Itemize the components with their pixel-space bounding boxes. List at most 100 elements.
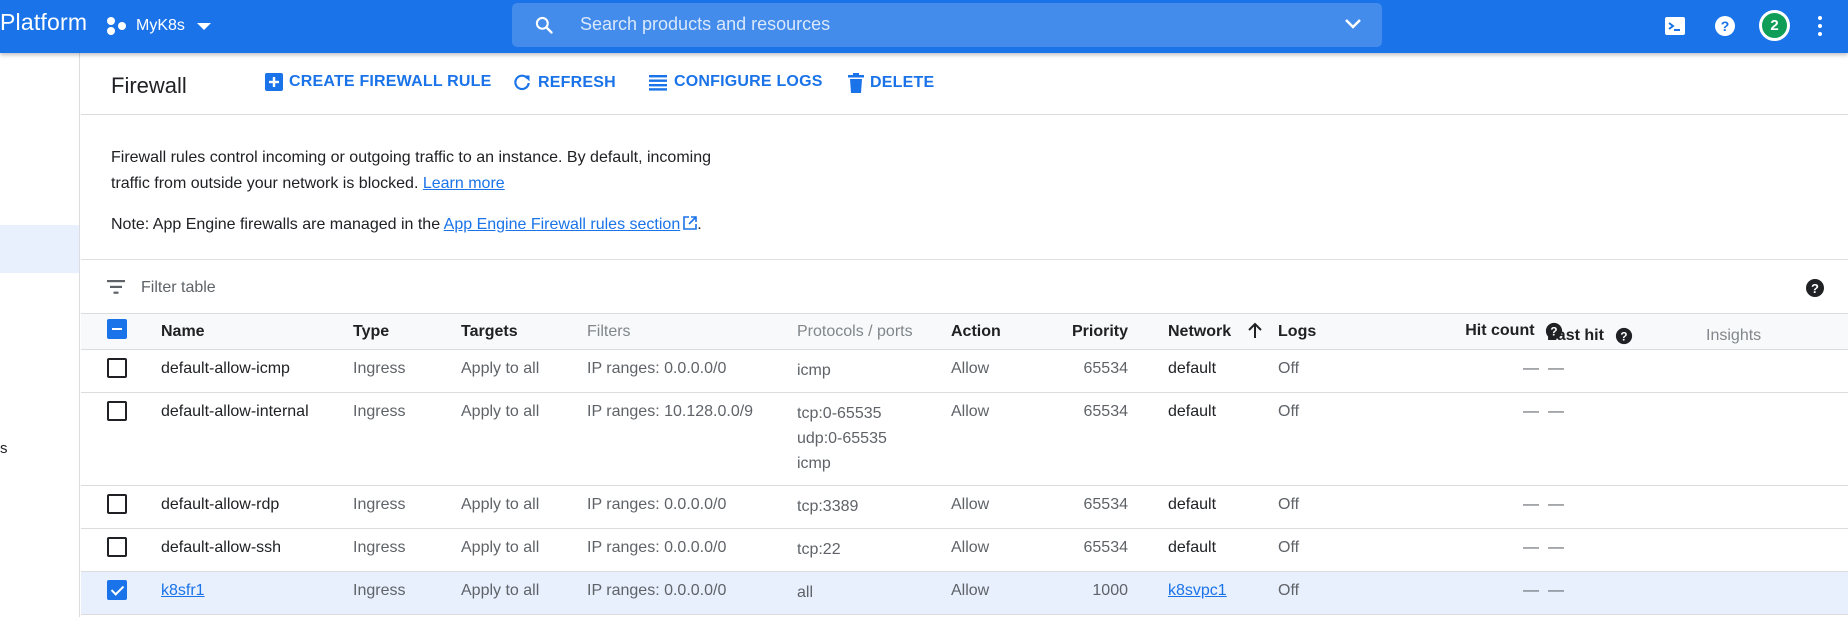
protocol-entry: tcp:22 — [797, 541, 841, 558]
rule-logs: Off — [1278, 528, 1429, 572]
left-nav: s — [0, 53, 80, 617]
protocol-entry: all — [797, 584, 814, 601]
project-icon — [106, 16, 128, 36]
create-firewall-rule-label: CREATE FIREWALL RULE — [289, 73, 492, 90]
rule-action: Allow — [951, 485, 1046, 529]
help-icon[interactable]: ? — [1713, 14, 1737, 38]
table-row[interactable]: default-allow-icmp Ingress Apply to all … — [81, 349, 1848, 393]
table-row[interactable]: default-allow-internal Ingress Apply to … — [81, 392, 1848, 486]
nav-item-label[interactable]: s — [0, 440, 8, 457]
rule-targets: Apply to all — [461, 485, 587, 529]
column-header-logs[interactable]: Logs — [1278, 313, 1429, 350]
rule-filters: IP ranges: 0.0.0.0/0 — [587, 349, 797, 393]
rule-type: Ingress — [353, 528, 461, 572]
rule-filters: IP ranges: 0.0.0.0/0 — [587, 571, 797, 615]
rule-priority: 1000 — [1046, 571, 1128, 615]
protocol-entry: tcp:3389 — [797, 498, 859, 515]
rule-priority: 65534 — [1046, 392, 1128, 486]
chevron-down-icon[interactable] — [1344, 18, 1362, 30]
rule-logs: Off — [1278, 349, 1429, 393]
row-checkbox[interactable] — [107, 494, 127, 514]
table-row[interactable]: default-allow-rdp Ingress Apply to all I… — [81, 485, 1848, 529]
rule-name: default-allow-icmp — [161, 360, 290, 377]
search-bar[interactable] — [512, 3, 1382, 47]
delete-button[interactable]: DELETE — [848, 73, 934, 93]
rule-filters: IP ranges: 0.0.0.0/0 — [587, 528, 797, 572]
column-header-hit-count[interactable]: Hit count ? — [1428, 313, 1564, 350]
column-header-type[interactable]: Type — [353, 313, 461, 350]
protocol-entry: icmp — [797, 362, 831, 379]
refresh-label: REFRESH — [538, 74, 616, 91]
app-engine-firewall-link[interactable]: App Engine Firewall rules section — [444, 216, 681, 233]
search-input[interactable] — [580, 9, 1280, 39]
rule-last-hit: — — [1548, 539, 1565, 556]
rule-priority: 65534 — [1046, 485, 1128, 529]
arrow-up-icon — [1247, 322, 1262, 338]
rule-logs: Off — [1278, 571, 1429, 615]
avatar[interactable]: 2 — [1759, 10, 1790, 41]
rule-network: default — [1168, 539, 1217, 556]
rule-name-link[interactable]: k8sfr1 — [161, 582, 205, 599]
learn-more-link[interactable]: Learn more — [423, 175, 505, 192]
nav-item-active[interactable] — [0, 225, 79, 273]
rule-hit-count: — — [1428, 528, 1564, 572]
rule-priority: 65534 — [1046, 528, 1128, 572]
row-checkbox[interactable] — [107, 580, 127, 600]
rule-logs: Off — [1278, 485, 1429, 529]
filter-bar: ? — [81, 259, 1848, 313]
column-header-action[interactable]: Action — [951, 313, 1046, 350]
row-checkbox[interactable] — [107, 358, 127, 378]
rule-network: default — [1168, 360, 1217, 377]
rule-hit-count: — — [1428, 349, 1564, 393]
rule-last-hit: — — [1548, 403, 1565, 420]
rule-name: default-allow-internal — [161, 403, 309, 420]
add-box-icon — [265, 73, 283, 91]
help-icon[interactable]: ? — [1805, 278, 1825, 298]
column-header-name[interactable]: Name — [161, 313, 353, 350]
help-icon[interactable]: ? — [1615, 327, 1633, 345]
column-header-last-hit[interactable]: Last hit ? Insights — [1547, 313, 1848, 350]
brand-title[interactable]: Platform — [0, 9, 87, 36]
rule-name: default-allow-ssh — [161, 539, 282, 556]
filter-input[interactable] — [141, 276, 541, 300]
protocol-entry: tcp:0-65535 — [797, 405, 882, 422]
chevron-down-icon — [196, 22, 211, 30]
column-header-network[interactable]: Network — [1128, 313, 1279, 350]
select-all-checkbox[interactable] — [107, 319, 127, 339]
column-header-priority[interactable]: Priority — [1046, 313, 1128, 350]
column-header-targets[interactable]: Targets — [461, 313, 587, 350]
top-bar: Platform MyK8s ? 2 — [0, 0, 1848, 53]
page-header: Firewall CREATE FIREWALL RULE REFRESH CO… — [81, 53, 1848, 115]
rule-type: Ingress — [353, 571, 461, 615]
table-row[interactable]: k8sfr1 Ingress Apply to all IP ranges: 0… — [81, 571, 1848, 615]
delete-label: DELETE — [870, 74, 935, 91]
rule-filters: IP ranges: 0.0.0.0/0 — [587, 485, 797, 529]
row-checkbox[interactable] — [107, 401, 127, 421]
network-link[interactable]: k8svpc1 — [1168, 582, 1227, 599]
app-engine-note: Note: App Engine firewalls are managed i… — [111, 216, 702, 234]
rule-last-hit: — — [1548, 582, 1565, 599]
open-in-new-icon[interactable] — [683, 216, 698, 230]
rule-last-hit: — — [1548, 496, 1565, 513]
rule-action: Allow — [951, 392, 1046, 486]
rule-type: Ingress — [353, 392, 461, 486]
filter-icon — [107, 280, 125, 294]
svg-text:?: ? — [1811, 281, 1819, 296]
project-name: MyK8s — [136, 17, 185, 34]
column-header-last-hit-label: Last hit — [1547, 326, 1604, 344]
column-header-hit-count-label: Hit count — [1465, 322, 1535, 340]
rule-type: Ingress — [353, 349, 461, 393]
create-firewall-rule-button[interactable]: CREATE FIREWALL RULE — [265, 73, 492, 91]
rule-hit-count: — — [1428, 571, 1564, 615]
rule-targets: Apply to all — [461, 571, 587, 615]
project-selector[interactable]: MyK8s — [106, 10, 211, 42]
protocol-entry: udp:0-65535 — [797, 430, 887, 447]
more-vert-icon[interactable] — [1816, 14, 1824, 38]
configure-logs-button[interactable]: CONFIGURE LOGS — [648, 73, 823, 91]
cloud-shell-icon[interactable] — [1663, 14, 1687, 38]
rule-name: default-allow-rdp — [161, 496, 280, 513]
table-row[interactable]: default-allow-ssh Ingress Apply to all I… — [81, 528, 1848, 572]
refresh-button[interactable]: REFRESH — [512, 73, 616, 93]
rule-network: default — [1168, 403, 1217, 420]
row-checkbox[interactable] — [107, 537, 127, 557]
